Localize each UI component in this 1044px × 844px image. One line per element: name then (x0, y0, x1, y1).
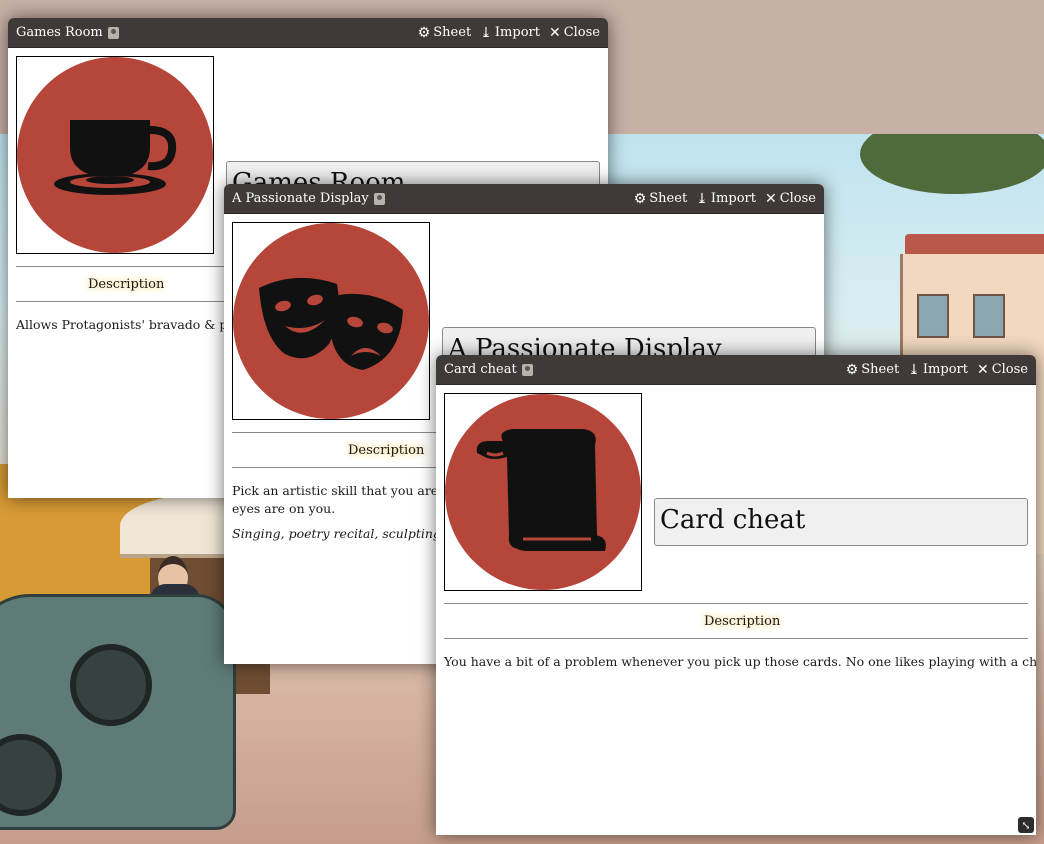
resize-handle[interactable]: ⤡ (1018, 817, 1034, 833)
close-icon: ✕ (548, 24, 561, 41)
tab-description[interactable]: Description (348, 443, 424, 458)
building-window (973, 294, 1005, 338)
theater-masks-icon (233, 223, 429, 419)
close-label: Close (779, 191, 816, 206)
window-title-text: A Passionate Display (232, 191, 369, 206)
window-title: A Passionate Display (232, 191, 634, 206)
window-controls: ⚙ Sheet ⤓ Import ✕ Close (634, 191, 816, 206)
window-title-text: Card cheat (444, 362, 517, 377)
building-window (917, 294, 949, 338)
download-icon: ⤓ (696, 190, 708, 207)
teacup-icon (17, 57, 213, 253)
download-icon: ⤓ (908, 361, 920, 378)
item-window-card-cheat[interactable]: Card cheat ⚙ Sheet ⤓ Import ✕ Close Card… (436, 355, 1036, 835)
import-button[interactable]: ⤓ Import (480, 25, 540, 40)
divider (444, 638, 1028, 639)
window-title-text: Games Room (16, 25, 103, 40)
description-text: You have a bit of a problem whenever you… (444, 654, 1036, 669)
document-id-icon[interactable] (521, 363, 533, 376)
close-button[interactable]: ✕ Close (549, 25, 600, 40)
window-controls: ⚙ Sheet ⤓ Import ✕ Close (418, 25, 600, 40)
sheet-label: Sheet (861, 362, 900, 377)
tree (860, 134, 1044, 194)
divider (444, 603, 1028, 604)
sheet-label: Sheet (649, 191, 688, 206)
sheet-button[interactable]: ⚙ Sheet (634, 191, 687, 206)
item-image[interactable] (16, 56, 214, 254)
sheet-button[interactable]: ⚙ Sheet (846, 362, 899, 377)
close-button[interactable]: ✕ Close (977, 362, 1028, 377)
item-image[interactable] (232, 222, 430, 420)
close-label: Close (563, 25, 600, 40)
gear-icon: ⚙ (845, 361, 859, 378)
gear-icon: ⚙ (633, 190, 647, 207)
tab-description[interactable]: Description (704, 614, 780, 629)
item-image[interactable] (444, 393, 642, 591)
import-button[interactable]: ⤓ Import (696, 191, 756, 206)
document-id-icon[interactable] (107, 26, 119, 39)
window-title: Card cheat (444, 362, 846, 377)
window-header[interactable]: A Passionate Display ⚙ Sheet ⤓ Import ✕ … (224, 184, 824, 214)
item-name-field[interactable]: Card cheat (654, 498, 1028, 546)
close-icon: ✕ (764, 190, 777, 207)
close-label: Close (991, 362, 1028, 377)
resize-icon: ⤡ (1021, 818, 1031, 832)
window-controls: ⚙ Sheet ⤓ Import ✕ Close (846, 362, 1028, 377)
document-id-icon[interactable] (373, 192, 385, 205)
tab-description[interactable]: Description (88, 277, 164, 292)
download-icon: ⤓ (480, 24, 492, 41)
import-label: Import (710, 191, 756, 206)
car-wheel (70, 644, 152, 726)
import-label: Import (922, 362, 968, 377)
sheet-button[interactable]: ⚙ Sheet (418, 25, 471, 40)
gear-icon: ⚙ (417, 24, 431, 41)
import-button[interactable]: ⤓ Import (908, 362, 968, 377)
scroll-icon (445, 394, 641, 590)
close-icon: ✕ (976, 361, 989, 378)
window-header[interactable]: Card cheat ⚙ Sheet ⤓ Import ✕ Close (436, 355, 1036, 385)
description-text: eyes are on you. (232, 501, 336, 516)
close-button[interactable]: ✕ Close (765, 191, 816, 206)
window-header[interactable]: Games Room ⚙ Sheet ⤓ Import ✕ Close (8, 18, 608, 48)
window-title: Games Room (16, 25, 418, 40)
sheet-label: Sheet (433, 25, 472, 40)
import-label: Import (494, 25, 540, 40)
